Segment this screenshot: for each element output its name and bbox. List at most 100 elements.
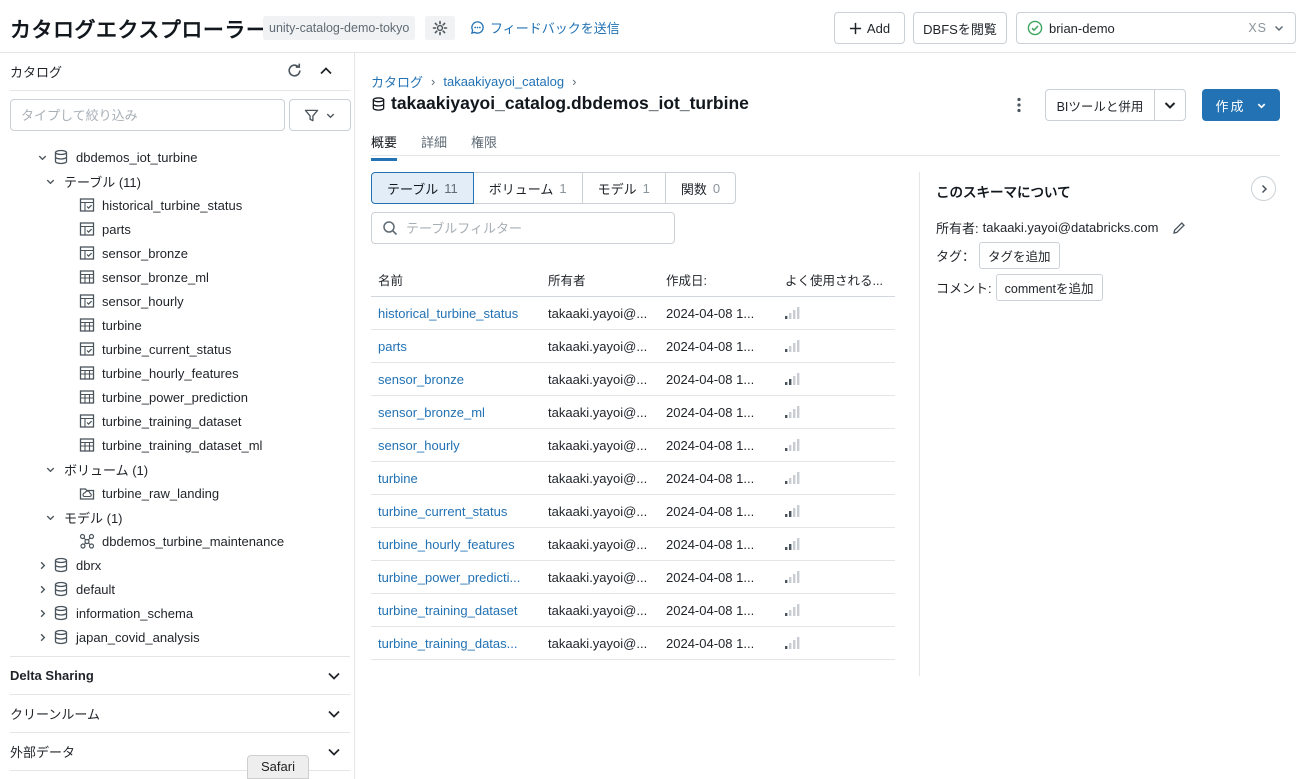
table-created: 2024-04-08 1... (666, 569, 755, 585)
table-name-link[interactable]: sensor_bronze_ml (371, 405, 540, 420)
column-created[interactable]: 作成日: (658, 270, 777, 289)
chevron-down-icon[interactable] (37, 152, 48, 163)
column-name[interactable]: 名前 (371, 270, 540, 289)
more-options-button[interactable] (1010, 94, 1028, 116)
table-name-link[interactable]: parts (371, 339, 540, 354)
segment-volumes[interactable]: ボリューム 1 (472, 172, 583, 204)
delta-sharing-section[interactable]: Delta Sharing (10, 656, 350, 694)
table-filter-input[interactable] (406, 220, 664, 236)
tree-caret[interactable] (34, 584, 50, 595)
tree-item[interactable]: japan_covid_analysis (34, 625, 352, 649)
table-row[interactable]: turbine_hourly_features takaaki.yayoi@...… (371, 528, 895, 561)
tree-item[interactable]: dbdemos_iot_turbine (34, 145, 352, 169)
table-name-link[interactable]: sensor_bronze (371, 372, 540, 387)
tree-item[interactable]: turbine (34, 313, 352, 337)
table-row[interactable]: turbine_current_status takaaki.yayoi@... 2… (371, 495, 895, 528)
compute-selector[interactable]: brian-demo XS (1016, 12, 1296, 44)
table-row[interactable]: parts takaaki.yayoi@... 2024-04-08 1... (371, 330, 895, 363)
tree-item[interactable]: turbine_training_dataset (34, 409, 352, 433)
tree-item[interactable]: parts (34, 217, 352, 241)
catalog-filter-options-button[interactable] (289, 99, 351, 131)
workspace-settings-button[interactable] (425, 16, 455, 40)
table-row[interactable]: turbine takaaki.yayoi@... 2024-04-08 1... (371, 462, 895, 495)
segment-tables[interactable]: テーブル 11 (371, 172, 474, 204)
tree-caret[interactable] (42, 176, 58, 187)
table-name-link[interactable]: sensor_hourly (371, 438, 540, 453)
use-with-bi-button[interactable]: BIツールと併用 (1045, 89, 1186, 121)
tree-item[interactable]: information_schema (34, 601, 352, 625)
table-row[interactable]: turbine_training_dataset takaaki.yayoi@..… (371, 594, 895, 627)
chevron-down-icon[interactable] (45, 464, 56, 475)
table-name-link[interactable]: historical_turbine_status (371, 306, 540, 321)
tab-details[interactable]: 詳細 (421, 132, 447, 161)
tab-permissions[interactable]: 権限 (471, 132, 497, 161)
chevron-right-icon[interactable] (37, 560, 48, 571)
tree-item[interactable]: sensor_bronze_ml (34, 265, 352, 289)
table-name-link[interactable]: turbine (371, 471, 540, 486)
tree-item[interactable]: turbine_current_status (34, 337, 352, 361)
tree-item[interactable]: turbine_hourly_features (34, 361, 352, 385)
tree-item[interactable]: dbdemos_turbine_maintenance (34, 529, 352, 553)
chevron-down-icon (1274, 25, 1284, 32)
tree-caret[interactable] (42, 512, 58, 523)
chevron-right-icon[interactable] (37, 632, 48, 643)
chevron-down-icon[interactable] (45, 512, 56, 523)
tree-group[interactable]: テーブル (11) (34, 169, 352, 193)
column-owner[interactable]: 所有者 (540, 270, 658, 289)
tree-item[interactable]: sensor_hourly (34, 289, 352, 313)
catalog-filter-input[interactable] (10, 99, 285, 131)
tree-label: ボリューム (1) (64, 462, 149, 478)
table-name-link[interactable]: turbine_training_dataset (371, 603, 540, 618)
table-row[interactable]: turbine_power_predicti... takaaki.yayoi@.… (371, 561, 895, 594)
table-row[interactable]: turbine_training_datas... takaaki.yayoi@.… (371, 627, 895, 660)
tree-item[interactable]: turbine_power_prediction (34, 385, 352, 409)
tree-caret[interactable] (34, 560, 50, 571)
tree-item[interactable]: sensor_bronze (34, 241, 352, 265)
add-comment-button[interactable]: commentを追加 (995, 274, 1103, 301)
bi-dropdown-toggle[interactable] (1155, 90, 1185, 120)
tree-group[interactable]: モデル (1) (34, 505, 352, 529)
feedback-link[interactable]: フィードバックを送信 (470, 18, 620, 37)
refresh-button[interactable] (286, 62, 303, 79)
table-row[interactable]: sensor_bronze_ml takaaki.yayoi@... 2024-04… (371, 396, 895, 429)
catalog-section-label: カタログ (10, 65, 63, 80)
add-tag-button[interactable]: タグを追加 (979, 242, 1060, 269)
collapse-about-panel-button[interactable] (1251, 176, 1276, 201)
create-button[interactable]: 作成 (1202, 89, 1280, 121)
segment-functions[interactable]: 関数 0 (664, 172, 737, 204)
segment-models[interactable]: モデル 1 (581, 172, 666, 204)
browse-dbfs-button[interactable]: DBFSを閲覧 (913, 12, 1007, 44)
tree-item[interactable]: historical_turbine_status (34, 193, 352, 217)
tree-caret[interactable] (42, 464, 58, 475)
chevron-down-icon[interactable] (45, 176, 56, 187)
table-row[interactable]: historical_turbine_status takaaki.yayoi@.… (371, 297, 895, 330)
tree-caret[interactable] (34, 632, 50, 643)
tree-item[interactable]: turbine_training_dataset_ml (34, 433, 352, 457)
table-row[interactable]: sensor_bronze takaaki.yayoi@... 2024-04-08… (371, 363, 895, 396)
add-button[interactable]: Add (834, 12, 905, 44)
table-name-link[interactable]: turbine_power_predicti... (371, 570, 540, 585)
clean-room-section[interactable]: クリーンルーム (10, 694, 350, 732)
table-name-link[interactable]: turbine_hourly_features (371, 537, 540, 552)
tree-item[interactable]: turbine_raw_landing (34, 481, 352, 505)
tree-label: turbine (102, 317, 142, 333)
table-row[interactable]: sensor_hourly takaaki.yayoi@... 2024-04-08… (371, 429, 895, 462)
tree-item[interactable]: default (34, 577, 352, 601)
tree-caret[interactable] (34, 152, 50, 163)
tree-item[interactable]: dbrx (34, 553, 352, 577)
collapse-catalog-button[interactable] (318, 63, 334, 79)
table-name-link[interactable]: turbine_current_status (371, 504, 540, 519)
table-name-link[interactable]: turbine_training_datas... (371, 636, 540, 651)
chevron-right-icon[interactable] (37, 608, 48, 619)
schema-tabs: 概要 詳細 権限 (371, 132, 497, 161)
chevron-right-icon[interactable] (37, 584, 48, 595)
tab-overview[interactable]: 概要 (371, 132, 398, 161)
breadcrumb-catalog[interactable]: takaakiyayoi_catalog (443, 74, 564, 89)
tree-group[interactable]: ボリューム (1) (34, 457, 352, 481)
tree-caret[interactable] (34, 608, 50, 619)
table-created: 2024-04-08 1... (666, 371, 755, 387)
column-popularity[interactable]: よく使用される... (777, 270, 895, 289)
breadcrumb-catalogs[interactable]: カタログ (371, 72, 423, 91)
tree-label: dbdemos_iot_turbine (76, 149, 198, 165)
edit-owner-button[interactable] (1172, 221, 1186, 235)
